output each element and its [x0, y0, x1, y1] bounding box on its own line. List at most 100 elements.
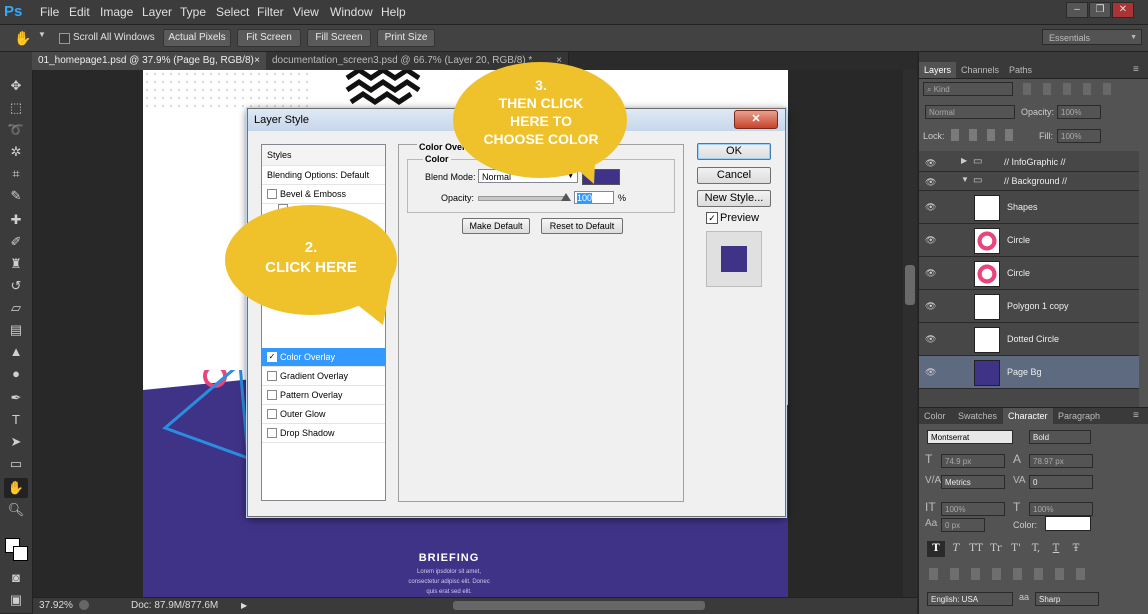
close-tab-icon[interactable]: × — [254, 52, 260, 70]
opacity-input[interactable]: 100 — [574, 191, 614, 204]
menu-layer[interactable]: Layer — [142, 4, 172, 20]
style-checkbox[interactable] — [267, 409, 277, 419]
hand-tool-icon[interactable]: ✋ — [4, 478, 28, 498]
brush-tool-icon[interactable]: ✐ — [4, 232, 28, 252]
style-item-color-overlay[interactable]: ✓ Color Overlay — [262, 348, 385, 367]
magic-wand-tool-icon[interactable]: ✲ — [4, 142, 28, 162]
history-brush-tool-icon[interactable]: ↺ — [4, 276, 28, 296]
gradient-tool-icon[interactable]: ▤ — [4, 320, 28, 340]
styles-header[interactable]: Styles — [262, 145, 385, 166]
visibility-eye-icon[interactable]: 👁︎ — [925, 334, 937, 344]
type-tool-icon[interactable]: T — [4, 410, 28, 430]
tab-swatches[interactable]: Swatches — [953, 408, 1002, 424]
panel-menu-icon[interactable]: ≡ — [1133, 410, 1139, 421]
leading-field[interactable]: 78.97 px — [1029, 454, 1093, 468]
cancel-button[interactable]: Cancel — [697, 167, 771, 184]
scrollbar-thumb[interactable] — [905, 265, 915, 305]
horizontal-scrollbar-thumb[interactable] — [453, 601, 705, 610]
subscript-button[interactable]: T, — [1027, 541, 1045, 557]
scroll-all-windows-checkbox[interactable] — [59, 33, 70, 44]
kerning-select[interactable]: Metrics — [941, 475, 1005, 489]
clone-stamp-tool-icon[interactable]: ♜ — [4, 254, 28, 274]
layer-fill-field[interactable]: 100% — [1057, 129, 1101, 143]
healing-brush-tool-icon[interactable]: ✚ — [4, 210, 28, 230]
language-select[interactable]: English: USA — [927, 592, 1013, 606]
ok-button[interactable]: OK — [697, 143, 771, 160]
menu-view[interactable]: View — [293, 4, 319, 20]
reset-to-default-button[interactable]: Reset to Default — [541, 218, 623, 234]
tab-layers[interactable]: Layers — [919, 62, 957, 78]
layer-row[interactable]: 👁︎ Polygon 1 copy — [919, 290, 1139, 323]
minimize-button[interactable]: – — [1066, 2, 1088, 18]
restore-button[interactable]: ❐ — [1089, 2, 1111, 18]
zoom-tool-icon[interactable]: 🔍︎ — [4, 500, 28, 520]
menu-type[interactable]: Type — [180, 4, 206, 20]
all-caps-button[interactable]: TT — [967, 541, 985, 557]
crop-tool-icon[interactable]: ⌗ — [4, 164, 28, 184]
new-style-button[interactable]: New Style... — [697, 190, 771, 207]
menu-edit[interactable]: Edit — [69, 4, 90, 20]
screen-mode-icon[interactable]: ▣ — [4, 590, 28, 610]
horizontal-scale-field[interactable]: 100% — [1029, 502, 1093, 516]
chevron-right-icon[interactable]: ▶ — [961, 156, 967, 165]
baseline-shift-field[interactable]: 0 px — [941, 518, 985, 532]
workspace-select[interactable]: Essentials ▼ — [1042, 29, 1142, 45]
style-checkbox[interactable] — [267, 390, 277, 400]
preview-checkbox[interactable]: ✓ — [706, 212, 718, 224]
visibility-eye-icon[interactable]: 👁︎ — [925, 177, 937, 187]
style-checkbox[interactable] — [267, 428, 277, 438]
style-item-gradient-overlay[interactable]: Gradient Overlay — [262, 367, 385, 386]
chevron-down-icon[interactable]: ▼ — [38, 30, 46, 39]
antialias-select[interactable]: Sharp — [1035, 592, 1099, 606]
tracking-select[interactable]: 0 — [1029, 475, 1093, 489]
visibility-eye-icon[interactable]: 👁︎ — [925, 202, 937, 212]
font-size-field[interactable]: 74.9 px — [941, 454, 1005, 468]
hand-tool-preset-icon[interactable]: ✋ — [14, 29, 34, 47]
vertical-scale-field[interactable]: 100% — [941, 502, 1005, 516]
layer-row[interactable]: 👁︎ Circle — [919, 224, 1139, 257]
layer-row[interactable]: 👁︎ Shapes — [919, 191, 1139, 224]
layer-group-infographic[interactable]: 👁︎ ▶ ▭ // InfoGraphic // — [919, 153, 1139, 172]
layer-row[interactable]: 👁︎ Circle — [919, 257, 1139, 290]
menu-image[interactable]: Image — [100, 4, 133, 20]
eyedropper-tool-icon[interactable]: ✎ — [4, 186, 28, 206]
style-item-outer-glow[interactable]: Outer Glow — [262, 405, 385, 424]
tab-color[interactable]: Color — [919, 408, 951, 424]
style-checkbox[interactable] — [267, 371, 277, 381]
eraser-tool-icon[interactable]: ▱ — [4, 298, 28, 318]
dialog-close-button[interactable]: ✕ — [734, 110, 778, 129]
blending-options-item[interactable]: Blending Options: Default — [262, 166, 385, 185]
menu-help[interactable]: Help — [381, 4, 406, 20]
close-window-button[interactable]: ✕ — [1112, 2, 1134, 18]
blur-tool-icon[interactable]: ▲ — [4, 342, 28, 362]
visibility-eye-icon[interactable]: 👁︎ — [925, 301, 937, 311]
faux-italic-button[interactable]: T — [947, 541, 965, 557]
style-checkbox-checked[interactable]: ✓ — [267, 352, 277, 362]
menu-select[interactable]: Select — [216, 4, 249, 20]
visibility-eye-icon[interactable]: 👁︎ — [925, 268, 937, 278]
chevron-down-icon[interactable]: ▼ — [961, 175, 969, 184]
tab-channels[interactable]: Channels — [956, 62, 1004, 78]
menu-filter[interactable]: Filter — [257, 4, 284, 20]
lasso-tool-icon[interactable]: ➰ — [4, 120, 28, 140]
tab-paragraph[interactable]: Paragraph — [1053, 408, 1105, 424]
fit-screen-button[interactable]: Fit Screen — [237, 29, 301, 47]
opacity-slider-thumb[interactable] — [561, 193, 571, 201]
zoom-level[interactable]: 37.92% — [39, 600, 73, 611]
superscript-button[interactable]: T' — [1007, 541, 1025, 557]
tab-paths[interactable]: Paths — [1004, 62, 1037, 78]
style-item-drop-shadow[interactable]: Drop Shadow — [262, 424, 385, 443]
marquee-tool-icon[interactable]: ⬚ — [4, 98, 28, 118]
status-menu-arrow-icon[interactable]: ▶ — [241, 601, 247, 610]
status-info-icon[interactable] — [79, 600, 89, 610]
faux-bold-button[interactable]: T — [927, 541, 945, 557]
visibility-eye-icon[interactable]: 👁︎ — [925, 367, 937, 377]
layer-row-selected[interactable]: 👁︎ Page Bg — [919, 356, 1139, 389]
tab-character[interactable]: Character — [1003, 408, 1053, 424]
lock-icons[interactable] — [951, 129, 1021, 141]
tab-homepage[interactable]: 01_homepage1.psd @ 37.9% (Page Bg, RGB/8… — [32, 52, 267, 70]
font-style-select[interactable]: Bold — [1029, 430, 1091, 444]
opentype-feature-icons[interactable] — [929, 568, 1089, 580]
small-caps-button[interactable]: Tr — [987, 541, 1005, 557]
path-selection-tool-icon[interactable]: ➤ — [4, 432, 28, 452]
